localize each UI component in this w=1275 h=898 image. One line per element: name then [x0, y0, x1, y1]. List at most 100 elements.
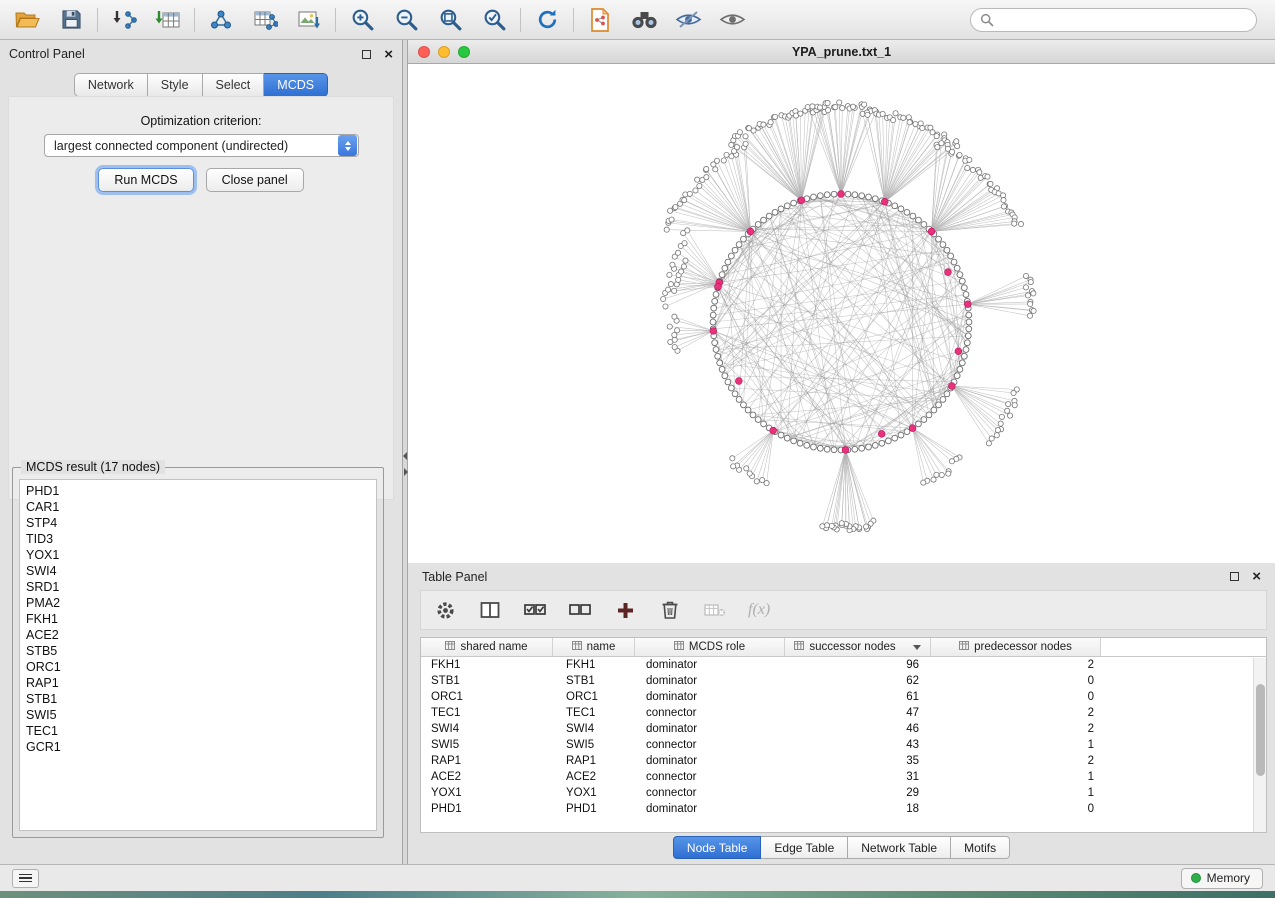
hide-selection-icon[interactable]	[673, 5, 703, 35]
column-header-name[interactable]: name	[553, 638, 635, 656]
table-row[interactable]: TEC1TEC1connector472	[421, 705, 1266, 721]
close-window-icon[interactable]	[418, 46, 430, 58]
mcds-result-item[interactable]: TEC1	[26, 723, 370, 739]
table-row[interactable]: ACE2ACE2connector311	[421, 769, 1266, 785]
zoom-fit-icon[interactable]	[435, 5, 465, 35]
optimization-criterion-label: Optimization criterion:	[0, 114, 402, 128]
maximize-window-icon[interactable]	[458, 46, 470, 58]
share-document-icon[interactable]	[585, 5, 615, 35]
tab-node-table[interactable]: Node Table	[673, 836, 762, 859]
table-cell: 0	[931, 675, 1101, 687]
table-column-icon	[674, 641, 684, 653]
mcds-result-item[interactable]: SWI4	[26, 563, 370, 579]
mcds-result-item[interactable]: GCR1	[26, 739, 370, 755]
mcds-result-item[interactable]: STB1	[26, 691, 370, 707]
tab-network[interactable]: Network	[74, 73, 148, 97]
mcds-result-item[interactable]: SRD1	[26, 579, 370, 595]
column-header-predecessor-nodes[interactable]: predecessor nodes	[931, 638, 1101, 656]
table-cell: connector	[635, 707, 785, 719]
network-from-image-icon[interactable]	[294, 5, 324, 35]
close-panel-icon[interactable]: ×	[384, 50, 393, 59]
open-folder-icon[interactable]	[12, 5, 42, 35]
table-row[interactable]: STB1STB1dominator620	[421, 673, 1266, 689]
zoom-out-icon[interactable]	[391, 5, 421, 35]
tab-network-table[interactable]: Network Table	[848, 836, 951, 859]
deselect-all-icon[interactable]	[568, 598, 592, 622]
memory-button[interactable]: Memory	[1181, 868, 1263, 889]
mcds-result-item[interactable]: PMA2	[26, 595, 370, 611]
table-tabs: Node TableEdge TableNetwork TableMotifs	[408, 836, 1275, 859]
panel-menu-icon[interactable]	[12, 869, 39, 888]
import-network-icon[interactable]	[109, 5, 139, 35]
search-box[interactable]	[970, 8, 1257, 32]
save-session-icon[interactable]	[56, 5, 86, 35]
mcds-result-item[interactable]: ORC1	[26, 659, 370, 675]
network-window-titlebar[interactable]: YPA_prune.txt_1	[408, 40, 1275, 64]
run-mcds-button[interactable]: Run MCDS	[98, 168, 193, 192]
table-cell: FKH1	[553, 659, 635, 671]
network-graph[interactable]	[408, 64, 1273, 562]
table-cell: SWI4	[421, 723, 553, 735]
sort-chevron-icon[interactable]	[913, 645, 921, 650]
tab-style[interactable]: Style	[148, 73, 203, 97]
table-row[interactable]: RAP1RAP1dominator352	[421, 753, 1266, 769]
tab-select[interactable]: Select	[203, 73, 265, 97]
show-column-icon[interactable]	[478, 598, 502, 622]
scrollbar-thumb[interactable]	[1256, 684, 1265, 776]
mcds-result-item[interactable]: ACE2	[26, 627, 370, 643]
table-cell: 2	[931, 659, 1101, 671]
table-cell: ACE2	[553, 771, 635, 783]
float-panel-icon[interactable]	[362, 50, 371, 59]
table-cell: dominator	[635, 659, 785, 671]
minimize-window-icon[interactable]	[438, 46, 450, 58]
column-header-MCDS-role[interactable]: MCDS role	[635, 638, 785, 656]
mcds-result-item[interactable]: CAR1	[26, 499, 370, 515]
mcds-result-item[interactable]: SWI5	[26, 707, 370, 723]
column-header-successor-nodes[interactable]: successor nodes	[785, 638, 931, 656]
float-table-panel-icon[interactable]	[1230, 572, 1239, 581]
search-input[interactable]	[1000, 13, 1247, 27]
table-settings-gear-icon[interactable]	[433, 598, 457, 622]
delete-table-icon-disabled	[703, 598, 727, 622]
criterion-dropdown[interactable]: largest connected component (undirected)	[44, 134, 359, 157]
import-table-icon[interactable]	[153, 5, 183, 35]
table-cell: YOX1	[553, 787, 635, 799]
table-row[interactable]: YOX1YOX1connector291	[421, 785, 1266, 801]
delete-column-icon[interactable]	[658, 598, 682, 622]
mcds-result-item[interactable]: FKH1	[26, 611, 370, 627]
show-all-icon[interactable]	[717, 5, 747, 35]
close-table-panel-icon[interactable]: ×	[1252, 572, 1261, 581]
table-row[interactable]: PHD1PHD1dominator180	[421, 801, 1266, 817]
refresh-icon[interactable]	[532, 5, 562, 35]
network-from-table-icon[interactable]	[250, 5, 280, 35]
mcds-result-item[interactable]: TID3	[26, 531, 370, 547]
mcds-result-item[interactable]: RAP1	[26, 675, 370, 691]
desktop-wallpaper-strip	[0, 891, 1275, 898]
mcds-result-item[interactable]: STP4	[26, 515, 370, 531]
add-column-icon[interactable]	[613, 598, 637, 622]
new-network-icon[interactable]	[206, 5, 236, 35]
search-objects-icon[interactable]	[629, 5, 659, 35]
select-all-icon[interactable]	[523, 598, 547, 622]
close-panel-button[interactable]: Close panel	[206, 168, 304, 192]
tab-motifs[interactable]: Motifs	[951, 836, 1010, 859]
zoom-in-icon[interactable]	[347, 5, 377, 35]
tab-mcds[interactable]: MCDS	[264, 73, 328, 97]
table-cell: 1	[931, 739, 1101, 751]
mcds-result-item[interactable]: YOX1	[26, 547, 370, 563]
tab-edge-table[interactable]: Edge Table	[761, 836, 848, 859]
mcds-result-item[interactable]: STB5	[26, 643, 370, 659]
network-canvas[interactable]	[408, 64, 1275, 563]
column-header-label: name	[587, 641, 616, 653]
table-row[interactable]: SWI4SWI4dominator462	[421, 721, 1266, 737]
table-cell: 96	[785, 659, 931, 671]
table-cell: connector	[635, 787, 785, 799]
table-cell: ORC1	[553, 691, 635, 703]
table-row[interactable]: FKH1FKH1dominator962	[421, 657, 1266, 673]
table-scrollbar[interactable]	[1253, 658, 1266, 832]
table-row[interactable]: ORC1ORC1dominator610	[421, 689, 1266, 705]
zoom-selected-icon[interactable]	[479, 5, 509, 35]
table-row[interactable]: SWI5SWI5connector431	[421, 737, 1266, 753]
mcds-result-item[interactable]: PHD1	[26, 483, 370, 499]
column-header-shared-name[interactable]: shared name	[421, 638, 553, 656]
